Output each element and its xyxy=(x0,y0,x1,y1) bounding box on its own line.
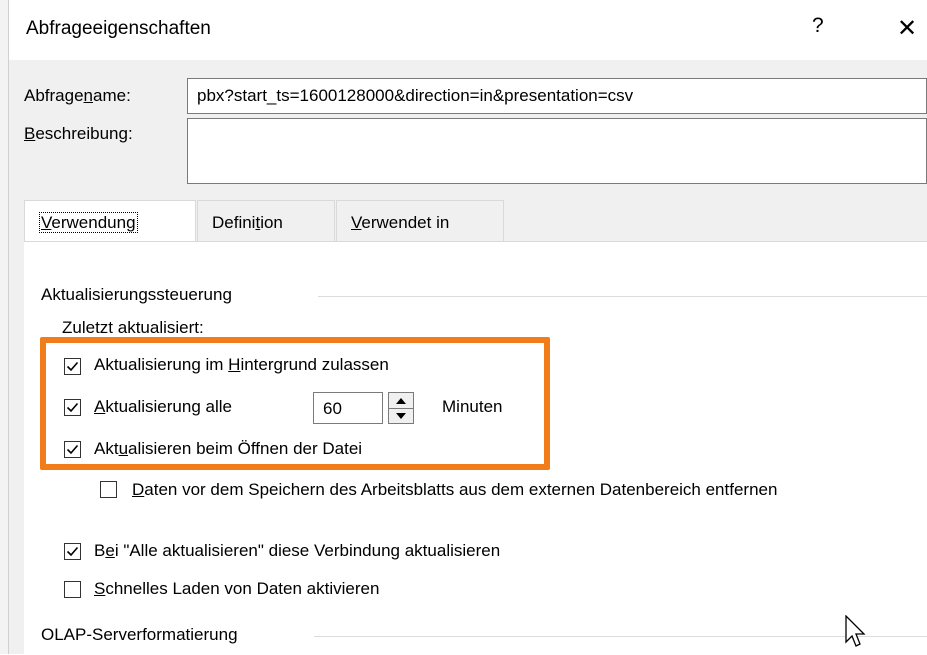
query-name-label: Abfragename: xyxy=(24,86,131,106)
description-label: Beschreibung: xyxy=(24,124,133,143)
mouse-pointer-icon xyxy=(845,615,866,647)
refresh-all-label: Bei "Alle aktualisieren" diese Verbindun… xyxy=(94,541,501,560)
query-name-label-text: Abfragename: xyxy=(24,86,131,105)
olap-group-divider xyxy=(314,636,927,637)
last-refreshed-label: Zuletzt aktualisiert: xyxy=(62,318,204,337)
fast-load-checkbox[interactable] xyxy=(64,581,81,598)
group-divider xyxy=(318,296,927,297)
remove-data-label: Daten vor dem Speichern des Arbeitsblatt… xyxy=(132,480,778,499)
help-button[interactable]: ? xyxy=(812,14,824,38)
refresh-control-group-label: Aktualisierungssteuerung xyxy=(41,285,232,304)
olap-group-label: OLAP-Serverformatierung xyxy=(41,625,238,644)
tab-definition[interactable]: Definition xyxy=(197,200,335,241)
description-input[interactable] xyxy=(187,118,927,184)
highlight-frame xyxy=(40,337,550,470)
remove-data-checkbox[interactable] xyxy=(100,481,117,498)
fast-load-label: Schnelles Laden von Daten aktivieren xyxy=(94,579,380,598)
query-name-input[interactable]: pbx?start_ts=1600128000&direction=in&pre… xyxy=(187,78,927,114)
close-button[interactable]: ✕ xyxy=(897,14,917,43)
refresh-all-checkbox[interactable] xyxy=(64,543,81,560)
tab-verwendung[interactable]: Verwendung xyxy=(24,200,196,242)
tab-verwendung-label: Verwendung xyxy=(39,212,138,233)
checkmark-icon xyxy=(66,546,79,557)
window-left-edge xyxy=(0,0,9,654)
tab-verwendet-in[interactable]: Verwendet in xyxy=(336,200,504,241)
tab-verwendet-in-label: Verwendet in xyxy=(351,213,450,232)
dialog-title: Abfrageeigenschaften xyxy=(26,18,211,39)
tab-definition-label: Definition xyxy=(212,213,283,232)
query-name-value: pbx?start_ts=1600128000&direction=in&pre… xyxy=(197,86,634,105)
